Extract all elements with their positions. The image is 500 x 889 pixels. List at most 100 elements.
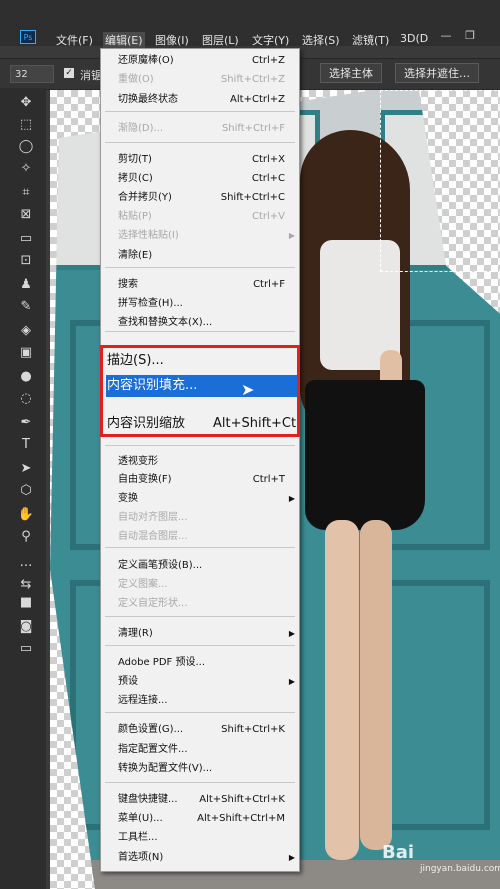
menu-item-label: 拷贝(C) xyxy=(118,173,153,184)
blur-icon[interactable]: ● xyxy=(17,368,35,386)
brush-icon[interactable]: ✎ xyxy=(17,298,35,316)
quick-mask-icon[interactable]: ◙ xyxy=(17,618,35,636)
menu-separator xyxy=(105,616,295,617)
screen-mode-icon[interactable]: ▭ xyxy=(17,640,35,658)
menu-item: 重做(O) Shift+Ctrl+Z xyxy=(101,70,299,89)
menu-item[interactable]: 首选项(N) ▶ xyxy=(101,848,299,867)
more-icon[interactable]: … xyxy=(17,554,35,572)
menu-item-shortcut: Ctrl+Z xyxy=(251,55,285,66)
menu-item[interactable]: 菜单(U)... Alt+Shift+Ctrl+M xyxy=(101,809,299,828)
menu-item-label: 重做(O) xyxy=(118,74,154,85)
path-select-icon[interactable]: ➤ xyxy=(17,460,35,478)
frame-icon[interactable]: ⊠ xyxy=(17,206,35,224)
menu-item[interactable]: 查找和替换文本(X)... xyxy=(101,313,299,332)
menu-image[interactable]: 图像(I) xyxy=(155,32,189,48)
select-and-mask-button[interactable]: 选择并遮住… xyxy=(395,63,479,83)
menu-filter[interactable]: 滤镜(T) xyxy=(352,32,389,48)
menu-separator xyxy=(105,267,295,268)
antialias-checkbox[interactable]: ✓ xyxy=(64,68,74,78)
shape-icon[interactable]: ⬡ xyxy=(17,482,35,500)
menu-edit[interactable]: 编辑(E) xyxy=(103,32,145,48)
menu-item-label: 自动对齐图层... xyxy=(118,512,188,523)
menu-item[interactable]: 键盘快捷键... Alt+Shift+Ctrl+K xyxy=(101,790,299,809)
watermark-sub: jingyan.baidu.com xyxy=(420,864,500,874)
photoshop-logo-icon: Ps xyxy=(20,30,36,44)
menu-item-label: 清除(E) xyxy=(118,250,153,261)
edit-dropdown-menu: 还原魔棒(O) Ctrl+Z 重做(O) Shift+Ctrl+Z 切换最终状态 Alt+… xyxy=(100,48,300,872)
menu-separator xyxy=(105,712,295,713)
menu-item[interactable]: 定义画笔预设(B)... xyxy=(101,556,299,575)
select-subject-button[interactable]: 选择主体 xyxy=(320,63,382,83)
menu-separator xyxy=(105,142,295,143)
menu-item[interactable]: 预设 ▶ xyxy=(101,672,299,691)
menu-item-label: 自由变换(F) xyxy=(118,474,172,485)
menu-item[interactable]: 拼写检查(H)... xyxy=(101,294,299,313)
menu-item[interactable]: 还原魔棒(O) Ctrl+Z xyxy=(101,51,299,70)
menu-item[interactable]: 剪切(T) Ctrl+X xyxy=(101,150,299,169)
zoom-icon[interactable]: ⚲ xyxy=(17,528,35,546)
menu-item-shortcut: Ctrl+X xyxy=(251,154,285,165)
menu-item-label: 粘贴(P) xyxy=(118,211,152,222)
menu-bar: Ps 文件(F) 编辑(E) 图像(I) 图层(L) 文字(Y) 选择(S) 滤… xyxy=(0,0,500,48)
menu-item[interactable]: 指定配置文件... xyxy=(101,740,299,759)
menu-separator xyxy=(105,645,295,646)
menu-item-shortcut: Shift+Ctrl+C xyxy=(220,192,285,203)
menu-item[interactable]: 搜索 Ctrl+F xyxy=(101,275,299,294)
menu-item[interactable]: 远程连接... xyxy=(101,691,299,710)
type-icon[interactable]: T xyxy=(17,436,35,454)
menu-item-stroke[interactable]: 描边(S)... xyxy=(107,350,164,372)
pen-icon[interactable]: ✒ xyxy=(17,414,35,432)
menu-3d[interactable]: 3D(D xyxy=(400,32,428,45)
stamp-icon[interactable]: ♟ xyxy=(17,276,35,294)
restore-icon[interactable]: ❐ xyxy=(464,30,476,42)
menu-item[interactable]: 清除(E) xyxy=(101,246,299,265)
menu-item: 定义自定形状... xyxy=(101,594,299,613)
submenu-arrow-icon: ▶ xyxy=(288,231,295,240)
menu-item[interactable]: 清理(R) ▶ xyxy=(101,624,299,643)
move-icon[interactable]: ✥ xyxy=(17,94,35,112)
menu-item-label: 定义图案... xyxy=(118,579,168,590)
eraser-icon[interactable]: ◈ xyxy=(17,322,35,340)
menu-item-label: 首选项(N) xyxy=(118,852,164,863)
tolerance-input[interactable]: 32 xyxy=(10,65,54,83)
menu-item[interactable]: 透视变形 xyxy=(101,452,299,471)
menu-select[interactable]: 选择(S) xyxy=(302,32,340,48)
marquee-icon[interactable]: ⬚ xyxy=(17,116,35,134)
patch-icon[interactable]: ⊡ xyxy=(17,252,35,270)
lasso-icon[interactable]: ◯ xyxy=(17,138,35,156)
menu-item[interactable]: 转换为配置文件(V)... xyxy=(101,759,299,778)
menu-item-shortcut: Ctrl+F xyxy=(253,279,285,290)
menu-item[interactable]: Adobe PDF 预设... xyxy=(101,653,299,672)
menu-item-shortcut: Shift+Ctrl+Z xyxy=(220,74,285,85)
dodge-icon[interactable]: ◌ xyxy=(17,390,35,408)
menu-item-shortcut: Shift+Ctrl+F xyxy=(221,123,285,134)
watermark-text: Bai xyxy=(382,842,415,863)
hand-icon[interactable]: ✋ xyxy=(17,506,35,524)
menu-item[interactable]: 自由变换(F) Ctrl+T xyxy=(101,470,299,489)
menu-item-label: 转换为配置文件(V)... xyxy=(118,763,213,774)
menu-item-shortcut: Ctrl+T xyxy=(252,474,285,485)
crop-icon[interactable]: ⌗ xyxy=(17,184,35,202)
menu-layer[interactable]: 图层(L) xyxy=(202,32,239,48)
menu-item-label: Adobe PDF 预设... xyxy=(118,657,206,668)
minimize-icon[interactable]: — xyxy=(440,30,452,42)
gradient-icon[interactable]: ▣ xyxy=(17,344,35,362)
swap-colors-icon[interactable]: ⇆ xyxy=(17,576,35,594)
baidu-watermark: Bai jingyan.baidu.com xyxy=(382,842,500,882)
menu-item: 渐隐(D)... Shift+Ctrl+F xyxy=(101,119,299,138)
menu-item[interactable]: 工具栏... xyxy=(101,828,299,847)
menu-file[interactable]: 文件(F) xyxy=(56,32,93,48)
menu-type[interactable]: 文字(Y) xyxy=(252,32,289,48)
ruler-icon[interactable]: ▭ xyxy=(17,230,35,248)
menu-item-label: 搜索 xyxy=(118,279,138,290)
menu-item[interactable]: 拷贝(C) Ctrl+C xyxy=(101,169,299,188)
menu-item[interactable]: 变换 ▶ xyxy=(101,489,299,508)
menu-item[interactable]: 切换最终状态 Alt+Ctrl+Z xyxy=(101,90,299,109)
menu-item[interactable]: 颜色设置(G)... Shift+Ctrl+K xyxy=(101,720,299,739)
color-swatch-icon[interactable]: ■ xyxy=(17,594,35,612)
magic-wand-icon[interactable]: ✧ xyxy=(17,160,35,178)
menu-item: 定义图案... xyxy=(101,575,299,594)
menu-item-content-aware-scale[interactable]: 内容识别缩放 xyxy=(107,413,185,435)
menu-item-shortcut: Alt+Shift+Ctrl+K xyxy=(199,794,285,805)
menu-item[interactable]: 合并拷贝(Y) Shift+Ctrl+C xyxy=(101,188,299,207)
